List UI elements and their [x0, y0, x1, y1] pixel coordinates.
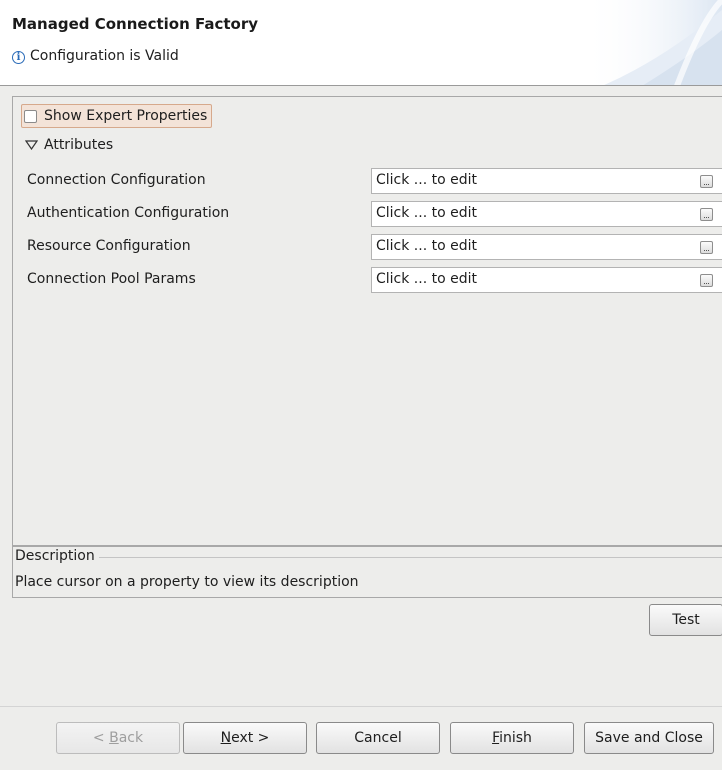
- wizard-dialog: Managed Connection Factory i Configuratio…: [0, 0, 722, 770]
- save-and-close-label: Save and Close: [595, 730, 703, 746]
- property-label: Connection Configuration: [27, 172, 206, 188]
- footer-separator: [0, 706, 722, 707]
- description-divider: [87, 557, 722, 558]
- property-value-field[interactable]: Click ... to edit: [371, 267, 722, 293]
- edit-ellipsis-button[interactable]: [700, 175, 713, 188]
- property-label: Connection Pool Params: [27, 271, 196, 287]
- edit-ellipsis-button[interactable]: [700, 208, 713, 221]
- property-value-field[interactable]: Click ... to edit: [371, 168, 722, 194]
- attributes-label: Attributes: [44, 137, 114, 153]
- property-label: Resource Configuration: [27, 238, 191, 254]
- finish-button-label: Finish: [492, 730, 532, 746]
- property-value-field[interactable]: Click ... to edit: [371, 201, 722, 227]
- description-panel: Description Place cursor on a property t…: [12, 546, 722, 598]
- properties-panel: Show Expert Properties Attributes Connec…: [12, 96, 722, 546]
- page-title: Managed Connection Factory: [12, 15, 259, 33]
- status-message: i Configuration is Valid: [12, 48, 179, 64]
- edit-ellipsis-button[interactable]: [700, 241, 713, 254]
- header-banner-graphic: [582, 0, 722, 85]
- info-icon: i: [12, 51, 25, 64]
- attributes-section-toggle[interactable]: Attributes: [25, 137, 113, 153]
- show-expert-checkbox[interactable]: Show Expert Properties: [21, 104, 213, 128]
- property-value-field[interactable]: Click ... to edit: [371, 234, 722, 260]
- wizard-header: Managed Connection Factory i Configuratio…: [0, 0, 722, 86]
- cancel-button-label: Cancel: [354, 730, 402, 746]
- back-button[interactable]: < Back: [56, 722, 180, 754]
- cancel-button[interactable]: Cancel: [316, 722, 440, 754]
- test-button[interactable]: Test: [649, 604, 722, 636]
- show-expert-label: Show Expert Properties: [44, 108, 208, 124]
- property-label: Authentication Configuration: [27, 205, 230, 221]
- property-row: Connection Configuration Click ... to ed…: [13, 168, 722, 194]
- description-text: Place cursor on a property to view its d…: [15, 574, 359, 590]
- property-row: Resource Configuration Click ... to edit: [13, 234, 722, 260]
- description-title: Description: [15, 548, 99, 564]
- triangle-down-icon: [25, 140, 38, 150]
- back-button-label: < Back: [92, 730, 144, 746]
- property-value: Click ... to edit: [376, 172, 477, 188]
- expert-checkbox-box[interactable]: [24, 109, 37, 123]
- test-button-label: Test: [672, 612, 700, 628]
- property-row: Connection Pool Params Click ... to edit: [13, 267, 722, 293]
- property-value: Click ... to edit: [376, 271, 477, 287]
- property-value: Click ... to edit: [376, 205, 477, 221]
- edit-ellipsis-button[interactable]: [700, 274, 713, 287]
- status-text: Configuration is Valid: [30, 48, 179, 64]
- property-row: Authentication Configuration Click ... t…: [13, 201, 722, 227]
- property-value: Click ... to edit: [376, 238, 477, 254]
- finish-button[interactable]: Finish: [450, 722, 574, 754]
- next-button[interactable]: Next >: [183, 722, 307, 754]
- next-button-label: Next >: [220, 730, 270, 746]
- save-and-close-button[interactable]: Save and Close: [584, 722, 714, 754]
